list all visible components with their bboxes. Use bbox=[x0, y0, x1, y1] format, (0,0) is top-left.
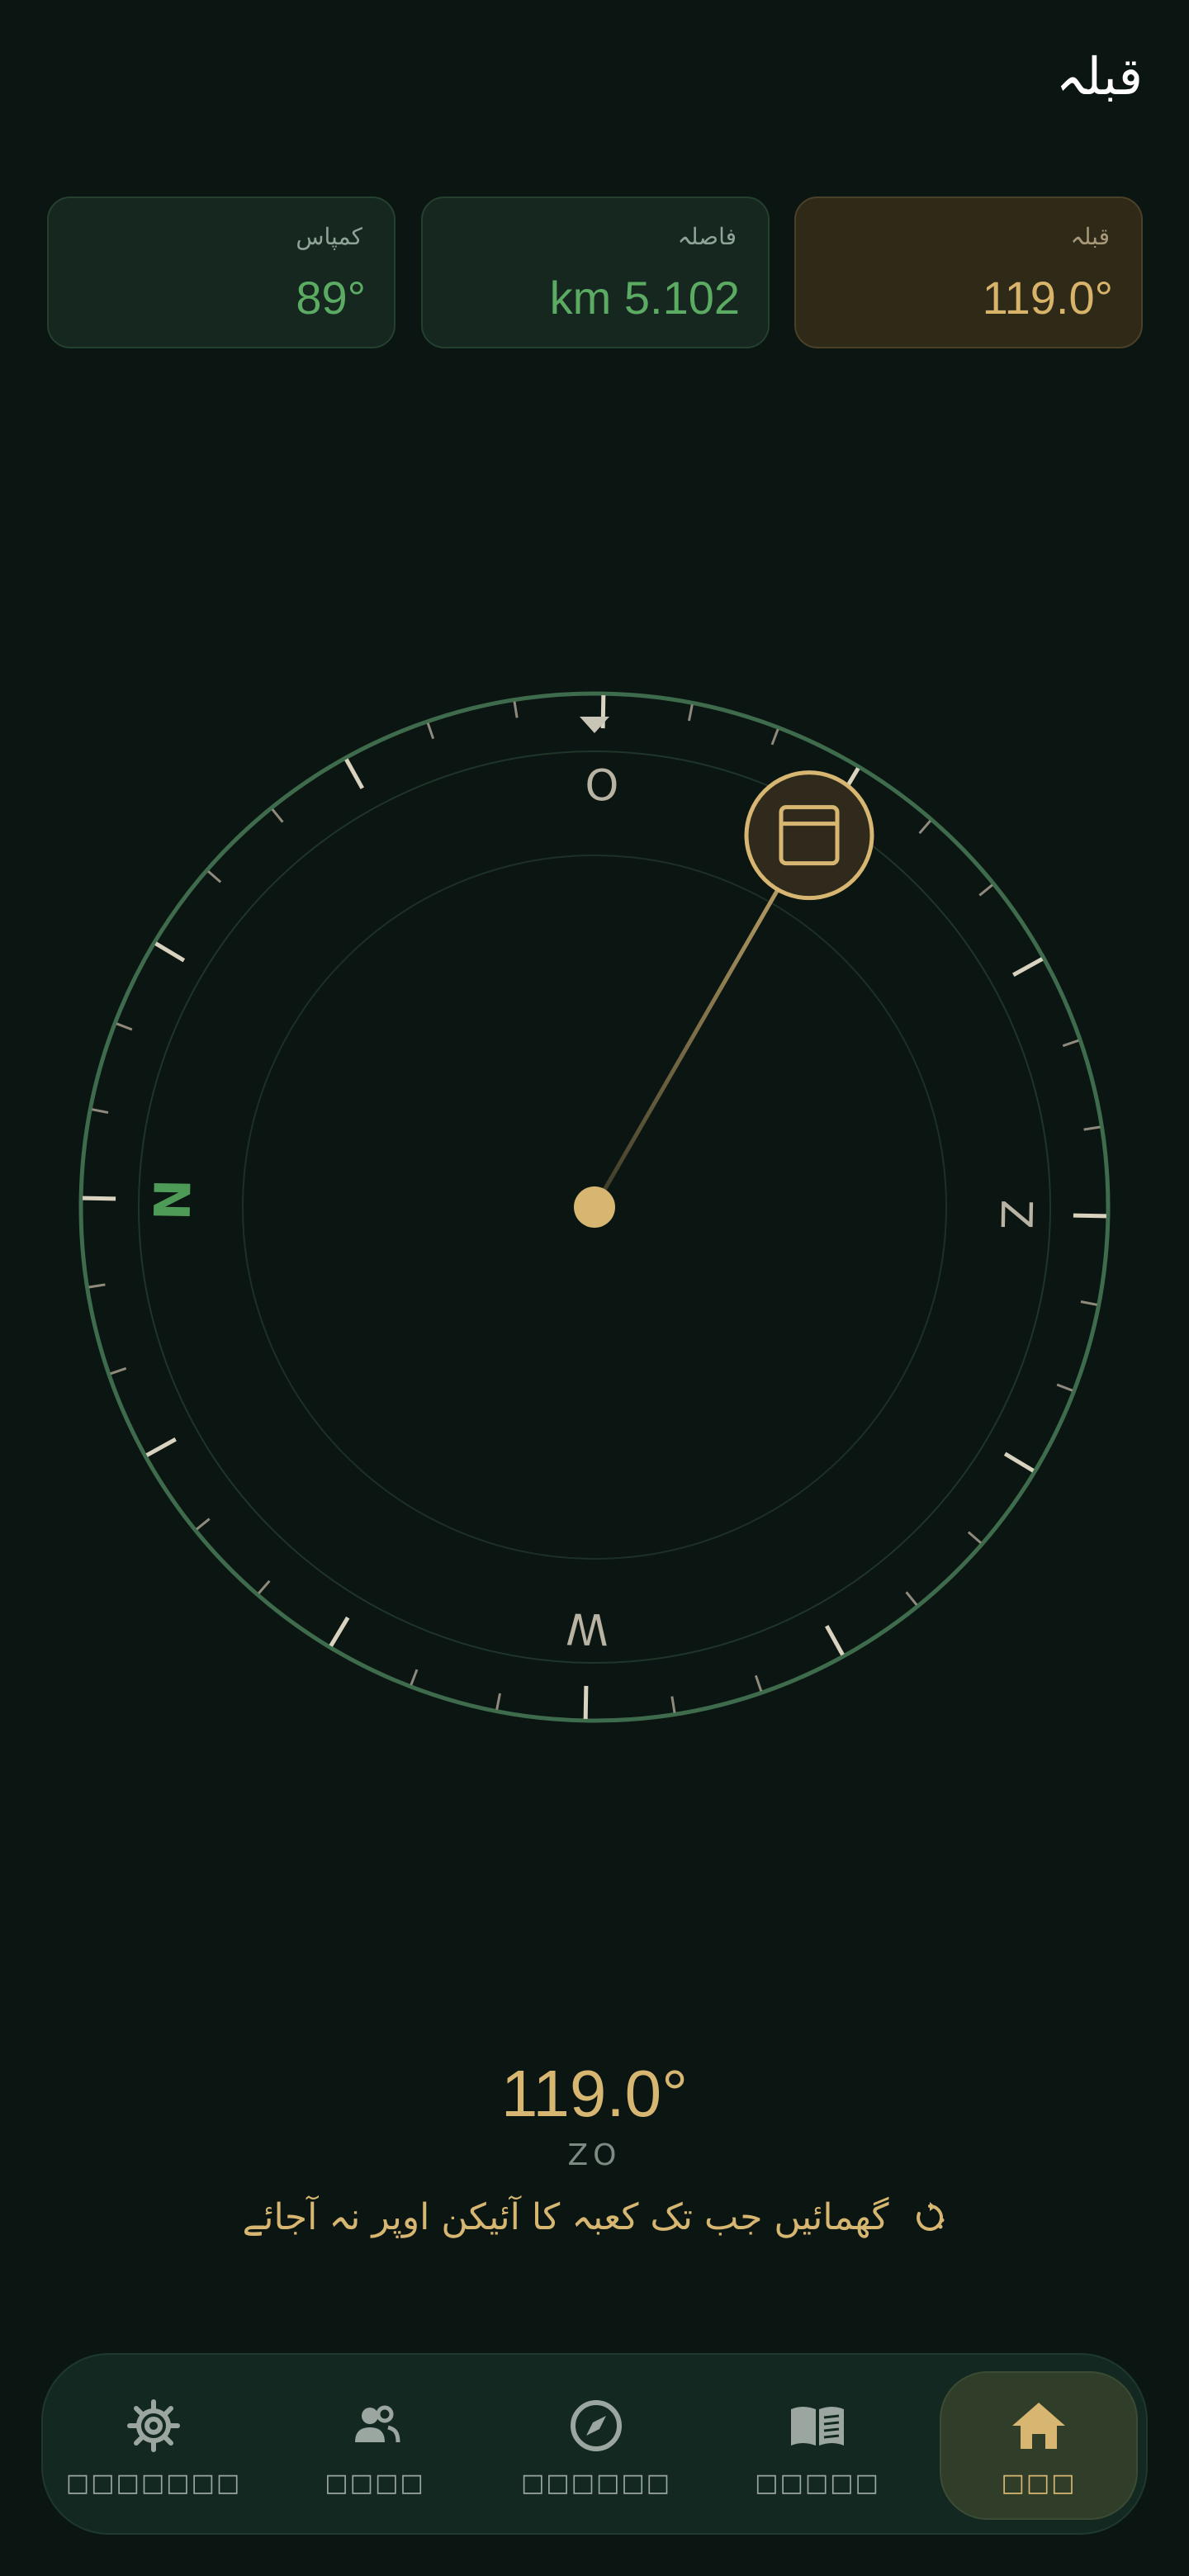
cardinal-west: W bbox=[566, 1603, 609, 1653]
compass-tick bbox=[754, 1674, 763, 1692]
kaaba-marker[interactable] bbox=[744, 770, 874, 901]
compass-tick bbox=[207, 870, 222, 883]
kaaba-marker-circle bbox=[744, 770, 874, 901]
compass-tick bbox=[918, 820, 931, 835]
compass-tick bbox=[1056, 1383, 1073, 1392]
book-icon bbox=[791, 2406, 844, 2446]
compass-tick bbox=[110, 1366, 127, 1376]
compass-icon bbox=[571, 2399, 622, 2451]
nav-label-home: □□□ bbox=[1001, 2468, 1077, 2498]
compass-tick bbox=[344, 758, 364, 789]
nav-label-quran: □□□□□ bbox=[755, 2468, 880, 2498]
compass-tick bbox=[329, 1616, 350, 1647]
compass-tick bbox=[1012, 957, 1044, 977]
nav-item-home[interactable]: □□□ bbox=[940, 2371, 1138, 2520]
nav-item-community[interactable]: □□□□ bbox=[276, 2355, 474, 2536]
compass-center-dot bbox=[574, 1186, 615, 1228]
qibla-needle bbox=[592, 885, 782, 1209]
compass-tick bbox=[116, 1022, 133, 1031]
compass-tick bbox=[978, 883, 993, 897]
rotate-hint: گھمائیں جب تک کعبہ کا آئیکن اوپر نہ آجائ… bbox=[0, 2196, 1189, 2238]
bottom-navigation: □□□□□□□ □□□□ □□□□□□ □□□□□ □□□ bbox=[41, 2353, 1148, 2535]
compass-tick bbox=[905, 1591, 918, 1606]
nav-item-settings[interactable]: □□□□□□□ bbox=[54, 2355, 253, 2536]
home-icon bbox=[1012, 2402, 1065, 2449]
compass-tick bbox=[770, 728, 779, 746]
direction-readout: ZO bbox=[567, 2138, 622, 2172]
compass-tick bbox=[1080, 1300, 1097, 1306]
compass-tick bbox=[271, 808, 284, 823]
rotate-hint-text: گھمائیں جب تک کعبہ کا آئیکن اوپر نہ آجائ… bbox=[242, 2196, 889, 2238]
compass-tick bbox=[1062, 1039, 1079, 1048]
compass-tick bbox=[258, 1579, 271, 1594]
compass-tick bbox=[825, 1625, 845, 1656]
compass-tick bbox=[513, 701, 519, 718]
compass-tick bbox=[196, 1518, 211, 1531]
rotate-icon bbox=[916, 2201, 945, 2231]
cardinal-north: N bbox=[144, 1178, 203, 1220]
compass-tick bbox=[83, 1196, 116, 1201]
cardinal-east: O bbox=[585, 761, 619, 812]
compass-tick bbox=[583, 1685, 589, 1719]
compass-tick bbox=[1073, 1213, 1106, 1219]
nav-item-quran[interactable]: □□□□□ bbox=[718, 2355, 917, 2536]
people-icon bbox=[355, 2405, 400, 2442]
heading-readout: 119.0° bbox=[500, 2057, 689, 2130]
nav-label-compass: □□□□□□ bbox=[520, 2468, 672, 2498]
nav-item-compass[interactable]: □□□□□□ bbox=[497, 2355, 695, 2536]
compass-tick bbox=[426, 722, 435, 740]
compass-tick bbox=[670, 1696, 676, 1713]
nav-label-settings: □□□□□□□ bbox=[65, 2468, 242, 2498]
compass-tick bbox=[92, 1108, 109, 1114]
settings-icon bbox=[127, 2398, 180, 2452]
compass-tick bbox=[1083, 1125, 1101, 1131]
compass-tick bbox=[154, 941, 186, 963]
cardinal-south: Z bbox=[991, 1200, 1041, 1230]
compass-tick bbox=[88, 1283, 106, 1289]
compass-tick bbox=[495, 1693, 501, 1710]
compass-tick bbox=[688, 704, 694, 722]
nav-label-community: □□□□ bbox=[324, 2468, 425, 2498]
compass-dial[interactable]: N O Z W bbox=[0, 0, 1189, 2576]
compass-tick bbox=[145, 1437, 177, 1457]
compass-tick bbox=[1003, 1451, 1035, 1473]
compass-tick bbox=[410, 1669, 419, 1686]
compass-tick bbox=[967, 1531, 982, 1544]
